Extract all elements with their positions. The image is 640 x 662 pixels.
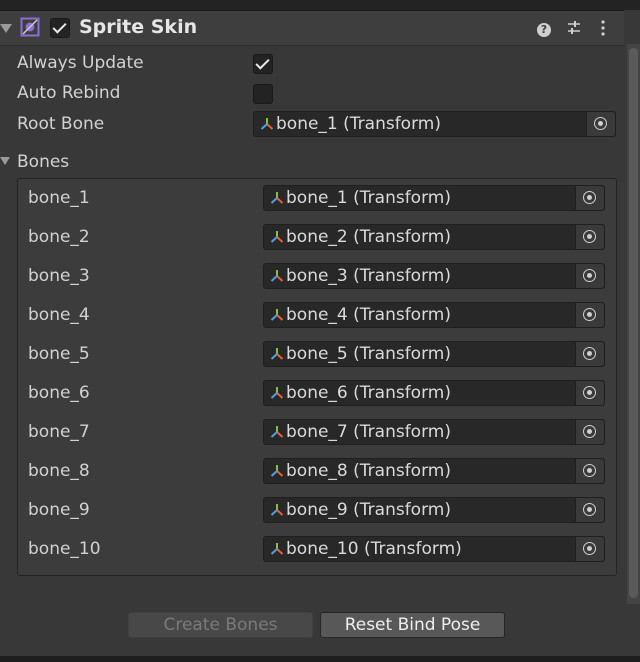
bone-label: bone_1	[28, 188, 90, 208]
transform-axes-icon	[270, 426, 284, 438]
object-picker-icon[interactable]	[575, 459, 604, 483]
transform-axes-icon	[270, 504, 284, 516]
inspector-scrollbar[interactable]	[627, 44, 640, 604]
root-bone-label: Root Bone	[17, 114, 105, 134]
transform-axes-icon	[270, 465, 284, 477]
bone-field[interactable]: bone_10 (Transform)	[263, 536, 605, 562]
help-icon[interactable]: ?	[534, 17, 554, 39]
bone-value: bone_4 (Transform)	[286, 305, 451, 325]
create-bones-button[interactable]: Create Bones	[128, 612, 313, 638]
bone-value: bone_3 (Transform)	[286, 266, 451, 286]
kebab-menu-icon[interactable]	[593, 17, 613, 39]
auto-rebind-checkbox[interactable]	[253, 84, 273, 104]
bone-label: bone_9	[28, 500, 90, 520]
root-bone-field[interactable]: bone_1 (Transform)	[253, 111, 616, 137]
root-bone-value: bone_1 (Transform)	[276, 114, 441, 134]
object-picker-icon[interactable]	[586, 112, 615, 136]
component-header[interactable]: Sprite Skin ?	[0, 10, 624, 46]
object-picker-icon[interactable]	[575, 498, 604, 522]
bones-label[interactable]: Bones	[17, 152, 69, 172]
preset-sliders-icon[interactable]	[564, 17, 584, 39]
bone-field[interactable]: bone_9 (Transform)	[263, 497, 605, 523]
bone-label: bone_6	[28, 383, 90, 403]
transform-axes-icon	[260, 118, 274, 130]
bone-field[interactable]: bone_8 (Transform)	[263, 458, 605, 484]
bone-label: bone_3	[28, 266, 90, 286]
bone-field[interactable]: bone_2 (Transform)	[263, 224, 605, 250]
object-picker-icon[interactable]	[575, 225, 604, 249]
object-picker-icon[interactable]	[575, 381, 604, 405]
bone-value: bone_7 (Transform)	[286, 422, 451, 442]
bone-label: bone_8	[28, 461, 90, 481]
bone-label: bone_4	[28, 305, 90, 325]
object-picker-icon[interactable]	[575, 420, 604, 444]
bone-field[interactable]: bone_3 (Transform)	[263, 263, 605, 289]
transform-axes-icon	[270, 270, 284, 282]
object-picker-icon[interactable]	[575, 342, 604, 366]
bone-field[interactable]: bone_4 (Transform)	[263, 302, 605, 328]
bones-foldout-arrow-icon[interactable]	[0, 157, 10, 165]
bone-value: bone_2 (Transform)	[286, 227, 451, 247]
bone-value: bone_10 (Transform)	[286, 539, 462, 559]
bottom-border	[0, 656, 640, 662]
component-enabled-checkbox[interactable]	[50, 18, 70, 38]
bone-field[interactable]: bone_7 (Transform)	[263, 419, 605, 445]
bone-label: bone_2	[28, 227, 90, 247]
bone-field[interactable]: bone_5 (Transform)	[263, 341, 605, 367]
object-picker-icon[interactable]	[575, 186, 604, 210]
bone-field[interactable]: bone_1 (Transform)	[263, 185, 605, 211]
transform-axes-icon	[270, 309, 284, 321]
always-update-label: Always Update	[17, 53, 144, 73]
transform-axes-icon	[270, 348, 284, 360]
bone-field[interactable]: bone_6 (Transform)	[263, 380, 605, 406]
bone-label: bone_10	[28, 539, 101, 559]
sprite-skin-icon	[20, 17, 40, 37]
reset-bind-pose-button[interactable]: Reset Bind Pose	[320, 612, 505, 638]
bone-value: bone_6 (Transform)	[286, 383, 451, 403]
always-update-checkbox[interactable]	[253, 54, 273, 74]
auto-rebind-label: Auto Rebind	[17, 83, 121, 103]
bone-label: bone_7	[28, 422, 90, 442]
object-picker-icon[interactable]	[575, 264, 604, 288]
transform-axes-icon	[270, 387, 284, 399]
object-picker-icon[interactable]	[575, 303, 604, 327]
top-border	[0, 0, 640, 10]
bone-label: bone_5	[28, 344, 90, 364]
bone-value: bone_5 (Transform)	[286, 344, 451, 364]
transform-axes-icon	[270, 192, 284, 204]
bone-value: bone_1 (Transform)	[286, 188, 451, 208]
scrollbar-thumb[interactable]	[629, 48, 638, 598]
object-picker-icon[interactable]	[575, 537, 604, 561]
transform-axes-icon	[270, 231, 284, 243]
transform-axes-icon	[270, 543, 284, 555]
component-title: Sprite Skin	[79, 16, 198, 38]
foldout-arrow-icon[interactable]	[0, 24, 12, 33]
bone-value: bone_8 (Transform)	[286, 461, 451, 481]
bone-value: bone_9 (Transform)	[286, 500, 451, 520]
